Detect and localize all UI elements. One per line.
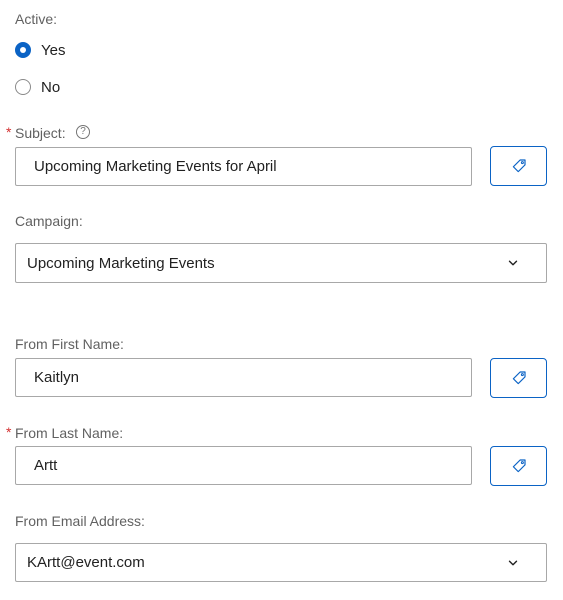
from-last-name-tag-button[interactable] <box>490 446 547 486</box>
subject-input[interactable] <box>15 147 472 186</box>
subject-tag-button[interactable] <box>490 146 547 186</box>
radio-no-label: No <box>41 78 61 96</box>
subject-required-mark: * <box>6 124 12 140</box>
from-last-name-input[interactable] <box>15 446 472 485</box>
campaign-select[interactable]: Upcoming Marketing Events <box>15 243 547 283</box>
from-last-name-required-mark: * <box>6 424 12 440</box>
from-first-name-input[interactable] <box>15 358 472 397</box>
tag-icon <box>512 459 526 473</box>
active-label: Active: <box>15 11 58 27</box>
chevron-down-icon <box>508 560 518 565</box>
radio-no[interactable] <box>15 79 31 95</box>
campaign-label: Campaign: <box>15 213 83 229</box>
tag-icon <box>512 371 526 385</box>
active-option-yes[interactable]: Yes <box>15 40 65 60</box>
active-option-no[interactable]: No <box>15 77 60 97</box>
from-last-name-label: From Last Name: <box>15 425 124 441</box>
chevron-down-icon <box>508 260 518 266</box>
radio-yes-label: Yes <box>41 41 66 59</box>
from-first-name-tag-button[interactable] <box>490 358 547 398</box>
subject-label: Subject: <box>15 125 66 141</box>
from-email-label: From Email Address: <box>15 513 145 529</box>
help-icon[interactable]: ? <box>76 125 90 139</box>
from-email-selected-value: KArtt@event.com <box>27 554 145 571</box>
tag-icon <box>512 159 526 173</box>
from-email-select[interactable]: KArtt@event.com <box>15 543 547 582</box>
from-first-name-label: From First Name: <box>15 336 124 352</box>
campaign-selected-value: Upcoming Marketing Events <box>27 254 215 272</box>
radio-yes[interactable] <box>15 42 31 58</box>
